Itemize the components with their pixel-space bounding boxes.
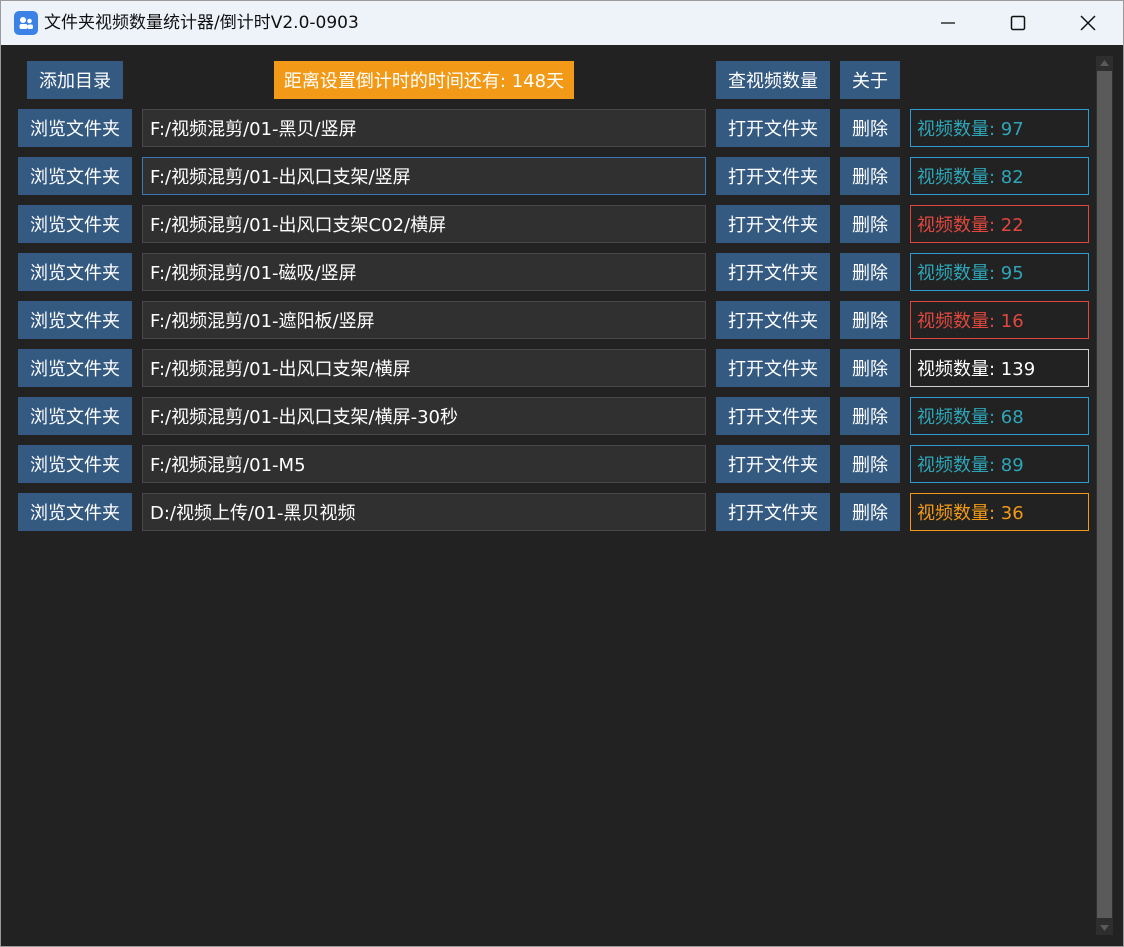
maximize-button[interactable] xyxy=(983,1,1053,45)
add-directory-button[interactable]: 添加目录 xyxy=(27,61,123,99)
scroll-down-button[interactable] xyxy=(1096,921,1113,935)
video-count-display: 视频数量: 89 xyxy=(910,445,1089,483)
open-folder-button[interactable]: 打开文件夹 xyxy=(716,301,830,339)
video-count-display: 视频数量: 16 xyxy=(910,301,1089,339)
folder-path-input[interactable]: F:/视频混剪/01-磁吸/竖屏 xyxy=(142,253,706,291)
delete-row-button[interactable]: 删除 xyxy=(840,493,900,531)
delete-row-button[interactable]: 删除 xyxy=(840,109,900,147)
open-folder-button[interactable]: 打开文件夹 xyxy=(716,349,830,387)
folder-row: 浏览文件夹 F:/视频混剪/01-出风口支架/横屏-30秒 打开文件夹 删除 视频数量:… xyxy=(1,397,1101,435)
folder-path-input[interactable]: F:/视频混剪/01-出风口支架/横屏-30秒 xyxy=(142,397,706,435)
countdown-banner: 距离设置倒计时的时间还有: 148天 xyxy=(274,61,574,99)
main-content: 添加目录 距离设置倒计时的时间还有: 148天 查视频数量 关于 浏览文件夹 F:… xyxy=(1,45,1123,946)
scroll-thumb[interactable] xyxy=(1097,71,1112,918)
scroll-down-icon xyxy=(1100,925,1109,931)
delete-row-button[interactable]: 删除 xyxy=(840,205,900,243)
minimize-button[interactable] xyxy=(913,1,983,45)
check-video-count-button[interactable]: 查视频数量 xyxy=(716,61,830,99)
folder-path-input[interactable]: D:/视频上传/01-黑贝视频 xyxy=(142,493,706,531)
video-count-display: 视频数量: 97 xyxy=(910,109,1089,147)
browse-folder-button[interactable]: 浏览文件夹 xyxy=(18,349,132,387)
folder-row: 浏览文件夹 F:/视频混剪/01-黑贝/竖屏 打开文件夹 删除 视频数量: 97 xyxy=(1,109,1101,147)
app-icon xyxy=(14,11,38,35)
delete-row-button[interactable]: 删除 xyxy=(840,157,900,195)
folder-path-input[interactable]: F:/视频混剪/01-M5 xyxy=(142,445,706,483)
open-folder-button[interactable]: 打开文件夹 xyxy=(716,493,830,531)
folder-path-input[interactable]: F:/视频混剪/01-出风口支架C02/横屏 xyxy=(142,205,706,243)
delete-row-button[interactable]: 删除 xyxy=(840,301,900,339)
folder-row: 浏览文件夹 F:/视频混剪/01-磁吸/竖屏 打开文件夹 删除 视频数量: 95 xyxy=(1,253,1101,291)
folder-path-input[interactable]: F:/视频混剪/01-遮阳板/竖屏 xyxy=(142,301,706,339)
folder-row: 浏览文件夹 F:/视频混剪/01-出风口支架/横屏 打开文件夹 删除 视频数量: 139 xyxy=(1,349,1101,387)
video-count-display: 视频数量: 36 xyxy=(910,493,1089,531)
folder-path-input[interactable]: F:/视频混剪/01-出风口支架/竖屏 xyxy=(142,157,706,195)
browse-folder-button[interactable]: 浏览文件夹 xyxy=(18,301,132,339)
scroll-up-icon xyxy=(1100,60,1109,66)
video-count-display: 视频数量: 139 xyxy=(910,349,1089,387)
open-folder-button[interactable]: 打开文件夹 xyxy=(716,109,830,147)
open-folder-button[interactable]: 打开文件夹 xyxy=(716,157,830,195)
folder-row: 浏览文件夹 F:/视频混剪/01-遮阳板/竖屏 打开文件夹 删除 视频数量: 16 xyxy=(1,301,1101,339)
close-icon xyxy=(1080,15,1096,31)
video-count-display: 视频数量: 68 xyxy=(910,397,1089,435)
video-count-display: 视频数量: 82 xyxy=(910,157,1089,195)
browse-folder-button[interactable]: 浏览文件夹 xyxy=(18,157,132,195)
scroll-up-button[interactable] xyxy=(1096,56,1113,70)
delete-row-button[interactable]: 删除 xyxy=(840,349,900,387)
about-button[interactable]: 关于 xyxy=(840,61,900,99)
minimize-icon xyxy=(941,22,955,24)
title-bar[interactable]: 文件夹视频数量统计器/倒计时V2.0-0903 xyxy=(1,1,1123,45)
folder-row: 浏览文件夹 F:/视频混剪/01-M5 打开文件夹 删除 视频数量: 89 xyxy=(1,445,1101,483)
close-button[interactable] xyxy=(1053,1,1123,45)
video-count-display: 视频数量: 95 xyxy=(910,253,1089,291)
browse-folder-button[interactable]: 浏览文件夹 xyxy=(18,445,132,483)
delete-row-button[interactable]: 删除 xyxy=(840,397,900,435)
maximize-icon xyxy=(1010,15,1026,31)
delete-row-button[interactable]: 删除 xyxy=(840,253,900,291)
open-folder-button[interactable]: 打开文件夹 xyxy=(716,205,830,243)
browse-folder-button[interactable]: 浏览文件夹 xyxy=(18,397,132,435)
video-count-display: 视频数量: 22 xyxy=(910,205,1089,243)
folder-path-input[interactable]: F:/视频混剪/01-黑贝/竖屏 xyxy=(142,109,706,147)
browse-folder-button[interactable]: 浏览文件夹 xyxy=(18,253,132,291)
vertical-scrollbar[interactable] xyxy=(1096,56,1113,935)
open-folder-button[interactable]: 打开文件夹 xyxy=(716,445,830,483)
delete-row-button[interactable]: 删除 xyxy=(840,445,900,483)
folder-path-input[interactable]: F:/视频混剪/01-出风口支架/横屏 xyxy=(142,349,706,387)
browse-folder-button[interactable]: 浏览文件夹 xyxy=(18,109,132,147)
open-folder-button[interactable]: 打开文件夹 xyxy=(716,253,830,291)
folder-row: 浏览文件夹 D:/视频上传/01-黑贝视频 打开文件夹 删除 视频数量: 36 xyxy=(1,493,1101,531)
open-folder-button[interactable]: 打开文件夹 xyxy=(716,397,830,435)
app-window: 文件夹视频数量统计器/倒计时V2.0-0903 添加目录 距离设置倒计时的时间还… xyxy=(0,0,1124,947)
browse-folder-button[interactable]: 浏览文件夹 xyxy=(18,205,132,243)
window-title: 文件夹视频数量统计器/倒计时V2.0-0903 xyxy=(44,13,359,33)
folder-row: 浏览文件夹 F:/视频混剪/01-出风口支架/竖屏 打开文件夹 删除 视频数量: 82 xyxy=(1,157,1101,195)
folder-row: 浏览文件夹 F:/视频混剪/01-出风口支架C02/横屏 打开文件夹 删除 视频数量: … xyxy=(1,205,1101,243)
browse-folder-button[interactable]: 浏览文件夹 xyxy=(18,493,132,531)
